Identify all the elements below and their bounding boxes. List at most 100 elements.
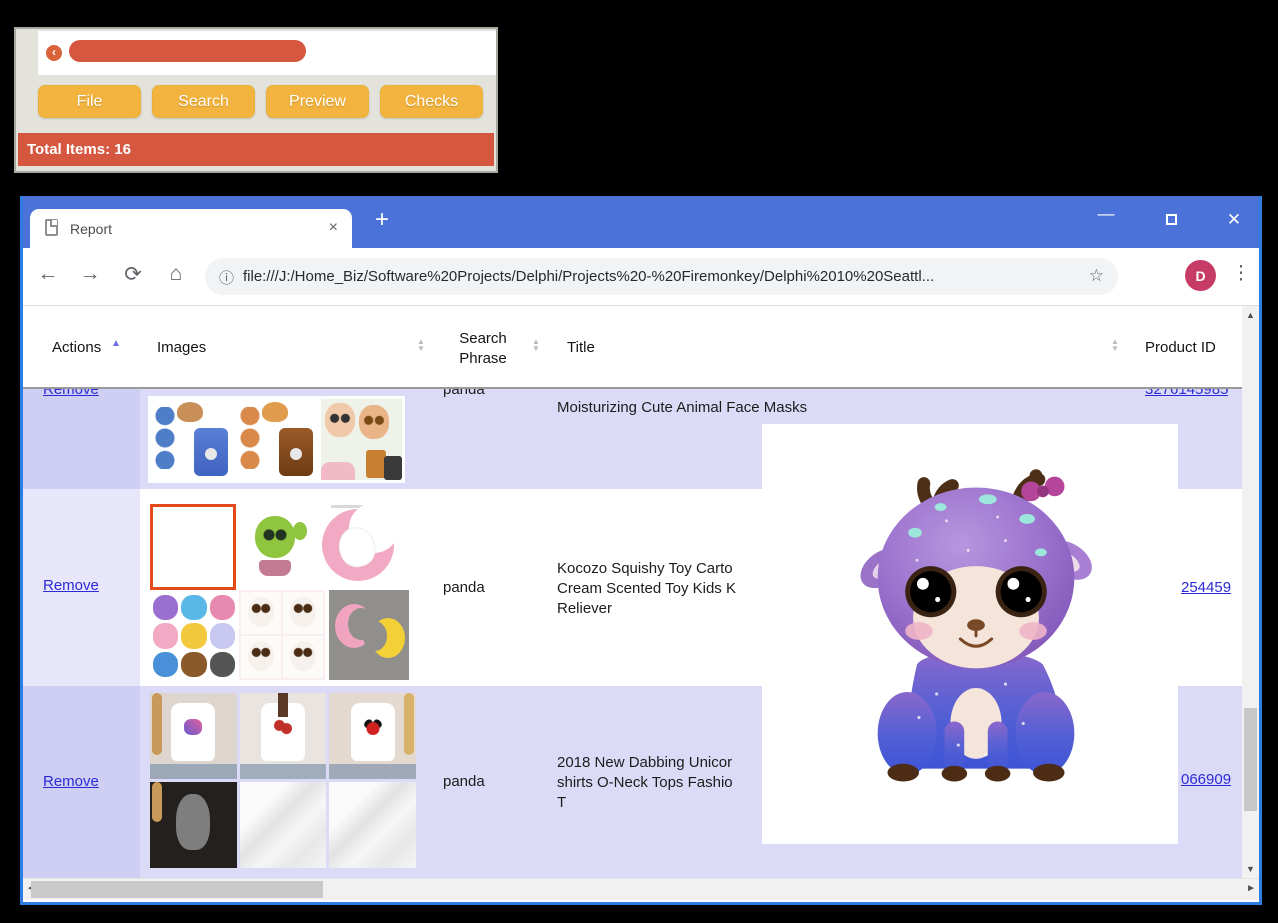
sort-asc-icon[interactable]: ▲: [111, 338, 121, 349]
squishy-icon: [181, 623, 206, 648]
product-thumbnail[interactable]: [239, 590, 325, 680]
owl-squishy-icon: [283, 592, 323, 634]
report-page-content: Remove: [23, 306, 1259, 878]
product-thumbnail[interactable]: [150, 693, 237, 779]
browser-titlebar: Report × + — ✕: [23, 196, 1259, 248]
product-thumbnail[interactable]: [240, 693, 327, 779]
address-bar[interactable]: ⓘ file:///J:/Home_Biz/Software%20Project…: [205, 258, 1118, 295]
product-id-link[interactable]: 066909: [1181, 771, 1231, 788]
arm-icon: [278, 693, 288, 717]
product-id-link[interactable]: 254459: [1181, 579, 1231, 596]
hair-icon: [152, 693, 162, 755]
title-line: Reliever: [557, 599, 736, 619]
vertical-scrollbar-thumb[interactable]: [1244, 708, 1257, 811]
squishy-icon: [210, 595, 235, 620]
preview-button[interactable]: Preview: [266, 85, 369, 118]
product-thumbnail[interactable]: [329, 782, 416, 868]
reload-icon[interactable]: ⟳: [118, 262, 148, 287]
product-id-link[interactable]: 3276145985: [1145, 389, 1228, 398]
product-thumbnail[interactable]: [247, 514, 309, 578]
new-tab-button[interactable]: +: [375, 206, 389, 234]
total-items-text: Total Items: 16: [27, 141, 131, 158]
screenshot-stage: ‹ File Search Preview Checks Total Items…: [0, 0, 1278, 923]
product-thumbnail[interactable]: [236, 399, 317, 480]
home-icon[interactable]: ⌂: [161, 262, 191, 286]
remove-link[interactable]: Remove: [43, 389, 99, 398]
product-thumbnail[interactable]: [321, 399, 402, 480]
shoulder-icon: [321, 462, 355, 480]
tab-close-icon[interactable]: ×: [329, 219, 338, 237]
squishy-icon: [181, 595, 206, 620]
sort-toggle-icon[interactable]: ▲▼: [1109, 338, 1121, 352]
red-print-icon: [274, 719, 292, 735]
mask-packet-icon: [279, 428, 313, 476]
file-button[interactable]: File: [38, 85, 141, 118]
checks-button[interactable]: Checks: [380, 85, 483, 118]
tab-report[interactable]: Report ×: [30, 209, 352, 248]
horizontal-scrollbar[interactable]: ◄ ►: [23, 878, 1259, 900]
header-title[interactable]: Title: [567, 339, 595, 356]
mini-toolbar: File Search Preview Checks: [38, 85, 483, 118]
scroll-down-icon[interactable]: ▼: [1242, 864, 1259, 874]
table-header: Actions ▲ Images ▲▼ Search Phrase ▲▼ Tit…: [23, 306, 1259, 389]
overflow-menu-icon[interactable]: ⋮: [1231, 262, 1251, 285]
product-thumbnail[interactable]: [153, 595, 235, 677]
title-line: Moisturizing Cute Animal Face Masks: [557, 399, 807, 416]
browser-toolbar: ← → ⟳ ⌂ ⓘ file:///J:/Home_Biz/Software%2…: [23, 248, 1259, 306]
owl-squishy-icon: [283, 636, 323, 678]
page-info-icon[interactable]: ⓘ: [219, 267, 234, 288]
back-circle-icon[interactable]: ‹: [46, 45, 62, 61]
forward-icon[interactable]: →: [75, 262, 105, 286]
search-button[interactable]: Search: [152, 85, 255, 118]
maximize-icon: [1166, 214, 1177, 225]
remove-link[interactable]: Remove: [43, 577, 99, 594]
vertical-scrollbar[interactable]: ▲ ▼: [1242, 306, 1259, 878]
product-thumbnail[interactable]: [240, 782, 327, 868]
sort-toggle-icon[interactable]: ▲▼: [530, 338, 542, 352]
header-images[interactable]: Images: [157, 339, 206, 356]
close-button[interactable]: ✕: [1219, 210, 1249, 230]
jeans-icon: [329, 764, 416, 779]
mask-steps-icon: [154, 407, 176, 469]
horizontal-scrollbar-thumb[interactable]: [31, 881, 323, 898]
product-thumbnail[interactable]: [329, 590, 409, 680]
product-thumbnail[interactable]: [151, 399, 232, 480]
title-cell: Kocozo Squishy Toy Carto Cream Scented T…: [557, 559, 736, 619]
header-search-phrase[interactable]: Search Phrase: [448, 329, 518, 369]
back-icon[interactable]: ←: [33, 262, 63, 286]
maximize-button[interactable]: [1156, 210, 1186, 230]
squishy-icon: [210, 652, 235, 677]
panda-face-mask-icon: [325, 403, 355, 437]
progress-panel: ‹: [38, 31, 498, 75]
cactus-squishy-icon: [255, 516, 295, 558]
cactus-arm-icon: [293, 522, 307, 540]
profile-avatar[interactable]: D: [1185, 260, 1216, 291]
product-thumbnail[interactable]: [329, 693, 416, 779]
header-actions[interactable]: Actions: [52, 339, 101, 356]
header-product-id[interactable]: Product ID: [1145, 339, 1216, 356]
hair-icon: [404, 693, 414, 755]
owl-squishy-icon: [241, 592, 281, 634]
product-thumbnail[interactable]: [150, 782, 237, 868]
title-line: 2018 New Dabbing Unicor: [557, 753, 733, 773]
images-cell[interactable]: [150, 693, 416, 869]
squishy-icon: [153, 623, 178, 648]
owl-squishy-icon: [241, 636, 281, 678]
yellow-moon-icon: [371, 618, 405, 658]
sort-toggle-icon[interactable]: ▲▼: [415, 338, 427, 352]
selected-image-placeholder[interactable]: [150, 504, 236, 590]
mask-steps-icon: [239, 407, 261, 469]
minimize-button[interactable]: —: [1091, 204, 1121, 224]
status-bar: Total Items: 16: [18, 133, 494, 166]
scroll-up-icon[interactable]: ▲: [1242, 310, 1259, 320]
scroll-right-icon[interactable]: ►: [1246, 883, 1256, 894]
remove-link[interactable]: Remove: [43, 773, 99, 790]
squishy-icon: [210, 623, 235, 648]
product-thumbnail[interactable]: [315, 501, 403, 587]
unicorn-print-icon: [184, 719, 202, 735]
bookmark-star-icon[interactable]: ☆: [1089, 266, 1104, 286]
url-text[interactable]: file:///J:/Home_Biz/Software%20Projects/…: [243, 268, 934, 285]
tiger-face-mask-icon: [359, 405, 389, 439]
title-line: shirts O-Neck Tops Fashio: [557, 773, 733, 793]
images-cell[interactable]: [148, 396, 405, 483]
